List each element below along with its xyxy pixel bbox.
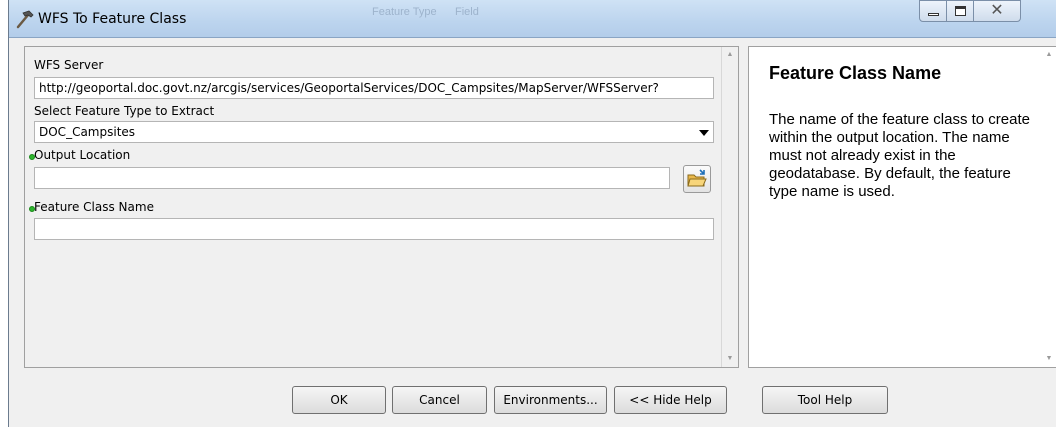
wfs-server-input[interactable]: http://geoportal.doc.govt.nz/arcgis/serv… xyxy=(34,77,714,99)
maximize-button[interactable] xyxy=(946,0,974,22)
feature-class-name-label-text: Feature Class Name xyxy=(34,200,154,214)
title-bar[interactable]: WFS To Feature Class Feature Type Field … xyxy=(9,0,1056,38)
parameters-scrollbar[interactable]: ▲ ▼ xyxy=(721,47,738,367)
feature-class-name-label: Feature Class Name xyxy=(29,200,154,214)
hammer-icon xyxy=(16,10,34,29)
browse-button[interactable] xyxy=(683,165,711,193)
feature-type-select[interactable]: DOC_Campsites xyxy=(34,121,714,143)
wfs-server-label: WFS Server xyxy=(34,58,104,72)
folder-open-icon xyxy=(687,169,707,187)
feature-class-name-input[interactable] xyxy=(34,218,714,240)
window-title: WFS To Feature Class xyxy=(38,11,187,27)
tool-help-button[interactable]: Tool Help xyxy=(762,386,888,414)
scroll-up-icon[interactable]: ▲ xyxy=(1042,47,1056,63)
output-location-input[interactable] xyxy=(34,167,670,189)
scroll-down-icon[interactable]: ▼ xyxy=(1042,351,1056,367)
help-body: The name of the feature class to create … xyxy=(769,111,1030,200)
feature-type-selected: DOC_Campsites xyxy=(39,125,136,139)
output-location-label: Output Location xyxy=(29,148,131,162)
tool-dialog-window: WFS To Feature Class Feature Type Field … xyxy=(8,0,1056,427)
environments-button[interactable]: Environments... xyxy=(494,386,607,414)
background-ghost-text: Feature Type xyxy=(372,6,437,18)
feature-type-label: Select Feature Type to Extract xyxy=(34,104,215,118)
minimize-button[interactable] xyxy=(919,0,947,22)
close-icon: ✕ xyxy=(990,2,1004,19)
ok-button[interactable]: OK xyxy=(292,386,386,414)
scroll-up-icon[interactable]: ▲ xyxy=(722,47,738,63)
help-scrollbar[interactable]: ▲ ▼ xyxy=(1042,47,1056,367)
cancel-button[interactable]: Cancel xyxy=(392,386,487,414)
button-bar: OK Cancel Environments... << Hide Help T… xyxy=(9,368,1056,427)
chevron-down-icon[interactable] xyxy=(699,130,709,136)
help-panel: Feature Class Name The name of the featu… xyxy=(748,46,1056,368)
help-title: Feature Class Name xyxy=(769,63,942,83)
required-indicator-icon xyxy=(29,154,35,160)
hide-help-button[interactable]: << Hide Help xyxy=(614,386,727,414)
required-indicator-icon xyxy=(29,206,35,212)
background-ghost-text: Field xyxy=(455,6,479,18)
output-location-label-text: Output Location xyxy=(34,148,131,162)
parameters-panel: WFS Server http://geoportal.doc.govt.nz/… xyxy=(24,46,739,368)
scroll-down-icon[interactable]: ▼ xyxy=(722,351,738,367)
close-button[interactable]: ✕ xyxy=(973,0,1021,22)
